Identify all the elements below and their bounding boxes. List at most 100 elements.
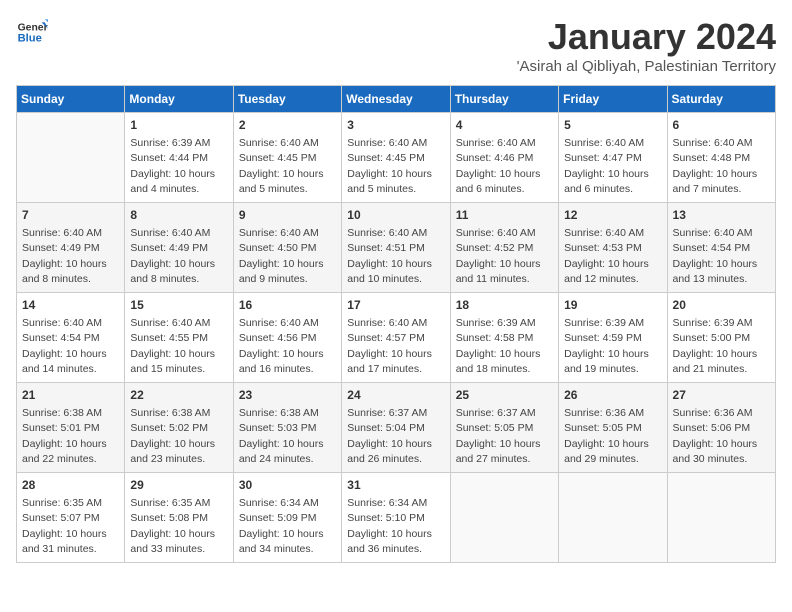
- calendar-cell: 28Sunrise: 6:35 AM Sunset: 5:07 PM Dayli…: [17, 473, 125, 563]
- calendar-cell: 25 Sunrise: 6:37 AM Sunset: 5:05 PM Dayli…: [450, 383, 558, 473]
- day-number: 27: [673, 387, 770, 404]
- day-number: 19: [564, 297, 661, 314]
- calendar-cell: 20Sunrise: 6:39 AM Sunset: 5:00 PM Dayli…: [667, 293, 775, 383]
- day-info: Sunrise: 6:40 AM Sunset: 4:45 PM Dayligh…: [239, 137, 324, 195]
- day-number: 11: [456, 207, 553, 224]
- day-number: 24: [347, 387, 444, 404]
- calendar-cell: 15 Sunrise: 6:40 AM Sunset: 4:55 PM Dayli…: [125, 293, 233, 383]
- calendar-cell: 18Sunrise: 6:39 AM Sunset: 4:58 PM Dayli…: [450, 293, 558, 383]
- svg-text:Blue: Blue: [18, 33, 42, 45]
- day-number: 25: [456, 387, 553, 404]
- day-number: 31: [347, 477, 444, 494]
- logo-icon: General Blue: [16, 16, 48, 48]
- col-monday: Monday: [125, 86, 233, 113]
- header-row: Sunday Monday Tuesday Wednesday Thursday…: [17, 86, 776, 113]
- day-number: 6: [673, 117, 770, 134]
- day-number: 13: [673, 207, 770, 224]
- day-info: Sunrise: 6:39 AM Sunset: 4:44 PM Dayligh…: [130, 137, 215, 195]
- calendar-cell: 3Sunrise: 6:40 AM Sunset: 4:45 PM Daylig…: [342, 113, 450, 203]
- day-number: 16: [239, 297, 336, 314]
- day-info: Sunrise: 6:40 AM Sunset: 4:49 PM Dayligh…: [130, 227, 215, 285]
- day-info: Sunrise: 6:40 AM Sunset: 4:46 PM Dayligh…: [456, 137, 541, 195]
- day-info: Sunrise: 6:40 AM Sunset: 4:57 PM Dayligh…: [347, 317, 432, 375]
- calendar-cell: 2Sunrise: 6:40 AM Sunset: 4:45 PM Daylig…: [233, 113, 341, 203]
- day-number: 17: [347, 297, 444, 314]
- col-thursday: Thursday: [450, 86, 558, 113]
- calendar-cell: 19 Sunrise: 6:39 AM Sunset: 4:59 PM Dayli…: [559, 293, 667, 383]
- calendar-cell: 6 Sunrise: 6:40 AM Sunset: 4:48 PM Daylig…: [667, 113, 775, 203]
- calendar-week-2: 7 Sunrise: 6:40 AM Sunset: 4:49 PM Daylig…: [17, 203, 776, 293]
- calendar-cell: 4 Sunrise: 6:40 AM Sunset: 4:46 PM Daylig…: [450, 113, 558, 203]
- day-info: Sunrise: 6:40 AM Sunset: 4:48 PM Dayligh…: [673, 137, 758, 195]
- calendar-cell: [667, 473, 775, 563]
- day-info: Sunrise: 6:38 AM Sunset: 5:03 PM Dayligh…: [239, 407, 324, 465]
- day-number: 26: [564, 387, 661, 404]
- col-saturday: Saturday: [667, 86, 775, 113]
- calendar-cell: 10Sunrise: 6:40 AM Sunset: 4:51 PM Dayli…: [342, 203, 450, 293]
- calendar-cell: 12Sunrise: 6:40 AM Sunset: 4:53 PM Dayli…: [559, 203, 667, 293]
- calendar-cell: 5 Sunrise: 6:40 AM Sunset: 4:47 PM Daylig…: [559, 113, 667, 203]
- day-number: 20: [673, 297, 770, 314]
- day-info: Sunrise: 6:40 AM Sunset: 4:52 PM Dayligh…: [456, 227, 541, 285]
- day-number: 4: [456, 117, 553, 134]
- day-info: Sunrise: 6:37 AM Sunset: 5:04 PM Dayligh…: [347, 407, 432, 465]
- day-number: 23: [239, 387, 336, 404]
- day-number: 14: [22, 297, 119, 314]
- day-number: 15: [130, 297, 227, 314]
- day-number: 28: [22, 477, 119, 494]
- calendar-cell: 31 Sunrise: 6:34 AM Sunset: 5:10 PM Dayli…: [342, 473, 450, 563]
- day-info: Sunrise: 6:36 AM Sunset: 5:06 PM Dayligh…: [673, 407, 758, 465]
- calendar-week-5: 28Sunrise: 6:35 AM Sunset: 5:07 PM Dayli…: [17, 473, 776, 563]
- day-number: 8: [130, 207, 227, 224]
- day-info: Sunrise: 6:37 AM Sunset: 5:05 PM Dayligh…: [456, 407, 541, 465]
- day-number: 5: [564, 117, 661, 134]
- day-info: Sunrise: 6:40 AM Sunset: 4:45 PM Dayligh…: [347, 137, 432, 195]
- calendar-cell: 29 Sunrise: 6:35 AM Sunset: 5:08 PM Dayli…: [125, 473, 233, 563]
- col-tuesday: Tuesday: [233, 86, 341, 113]
- location-subtitle: 'Asirah al Qibliyah, Palestinian Territo…: [517, 58, 776, 75]
- calendar-cell: 22 Sunrise: 6:38 AM Sunset: 5:02 PM Dayli…: [125, 383, 233, 473]
- calendar-cell: 13 Sunrise: 6:40 AM Sunset: 4:54 PM Dayli…: [667, 203, 775, 293]
- day-info: Sunrise: 6:38 AM Sunset: 5:02 PM Dayligh…: [130, 407, 215, 465]
- day-info: Sunrise: 6:40 AM Sunset: 4:55 PM Dayligh…: [130, 317, 215, 375]
- day-info: Sunrise: 6:40 AM Sunset: 4:50 PM Dayligh…: [239, 227, 324, 285]
- calendar-cell: 30Sunrise: 6:34 AM Sunset: 5:09 PM Dayli…: [233, 473, 341, 563]
- calendar-cell: 1 Sunrise: 6:39 AM Sunset: 4:44 PM Daylig…: [125, 113, 233, 203]
- day-number: 29: [130, 477, 227, 494]
- day-info: Sunrise: 6:40 AM Sunset: 4:47 PM Dayligh…: [564, 137, 649, 195]
- calendar-cell: [450, 473, 558, 563]
- col-wednesday: Wednesday: [342, 86, 450, 113]
- page-header: General Blue January 2024 'Asirah al Qib…: [16, 16, 776, 75]
- day-info: Sunrise: 6:40 AM Sunset: 4:56 PM Dayligh…: [239, 317, 324, 375]
- calendar-cell: 9 Sunrise: 6:40 AM Sunset: 4:50 PM Daylig…: [233, 203, 341, 293]
- col-friday: Friday: [559, 86, 667, 113]
- day-number: 9: [239, 207, 336, 224]
- calendar-cell: 14 Sunrise: 6:40 AM Sunset: 4:54 PM Dayli…: [17, 293, 125, 383]
- calendar-cell: [17, 113, 125, 203]
- calendar-cell: 23 Sunrise: 6:38 AM Sunset: 5:03 PM Dayli…: [233, 383, 341, 473]
- day-info: Sunrise: 6:34 AM Sunset: 5:10 PM Dayligh…: [347, 497, 432, 555]
- calendar-week-3: 14 Sunrise: 6:40 AM Sunset: 4:54 PM Dayli…: [17, 293, 776, 383]
- day-number: 30: [239, 477, 336, 494]
- title-area: January 2024 'Asirah al Qibliyah, Palest…: [517, 16, 776, 75]
- day-number: 1: [130, 117, 227, 134]
- calendar-cell: 8 Sunrise: 6:40 AM Sunset: 4:49 PM Daylig…: [125, 203, 233, 293]
- calendar-cell: 24 Sunrise: 6:37 AM Sunset: 5:04 PM Dayli…: [342, 383, 450, 473]
- day-info: Sunrise: 6:39 AM Sunset: 4:59 PM Dayligh…: [564, 317, 649, 375]
- calendar-cell: 26 Sunrise: 6:36 AM Sunset: 5:05 PM Dayli…: [559, 383, 667, 473]
- calendar-cell: 16 Sunrise: 6:40 AM Sunset: 4:56 PM Dayli…: [233, 293, 341, 383]
- day-info: Sunrise: 6:36 AM Sunset: 5:05 PM Dayligh…: [564, 407, 649, 465]
- day-number: 18: [456, 297, 553, 314]
- day-info: Sunrise: 6:40 AM Sunset: 4:53 PM Dayligh…: [564, 227, 649, 285]
- calendar-cell: 11 Sunrise: 6:40 AM Sunset: 4:52 PM Dayli…: [450, 203, 558, 293]
- day-info: Sunrise: 6:40 AM Sunset: 4:54 PM Dayligh…: [673, 227, 758, 285]
- day-info: Sunrise: 6:40 AM Sunset: 4:54 PM Dayligh…: [22, 317, 107, 375]
- day-number: 7: [22, 207, 119, 224]
- calendar-cell: 27 Sunrise: 6:36 AM Sunset: 5:06 PM Dayli…: [667, 383, 775, 473]
- day-info: Sunrise: 6:40 AM Sunset: 4:51 PM Dayligh…: [347, 227, 432, 285]
- day-info: Sunrise: 6:35 AM Sunset: 5:08 PM Dayligh…: [130, 497, 215, 555]
- calendar-cell: [559, 473, 667, 563]
- col-sunday: Sunday: [17, 86, 125, 113]
- day-info: Sunrise: 6:38 AM Sunset: 5:01 PM Dayligh…: [22, 407, 107, 465]
- day-number: 22: [130, 387, 227, 404]
